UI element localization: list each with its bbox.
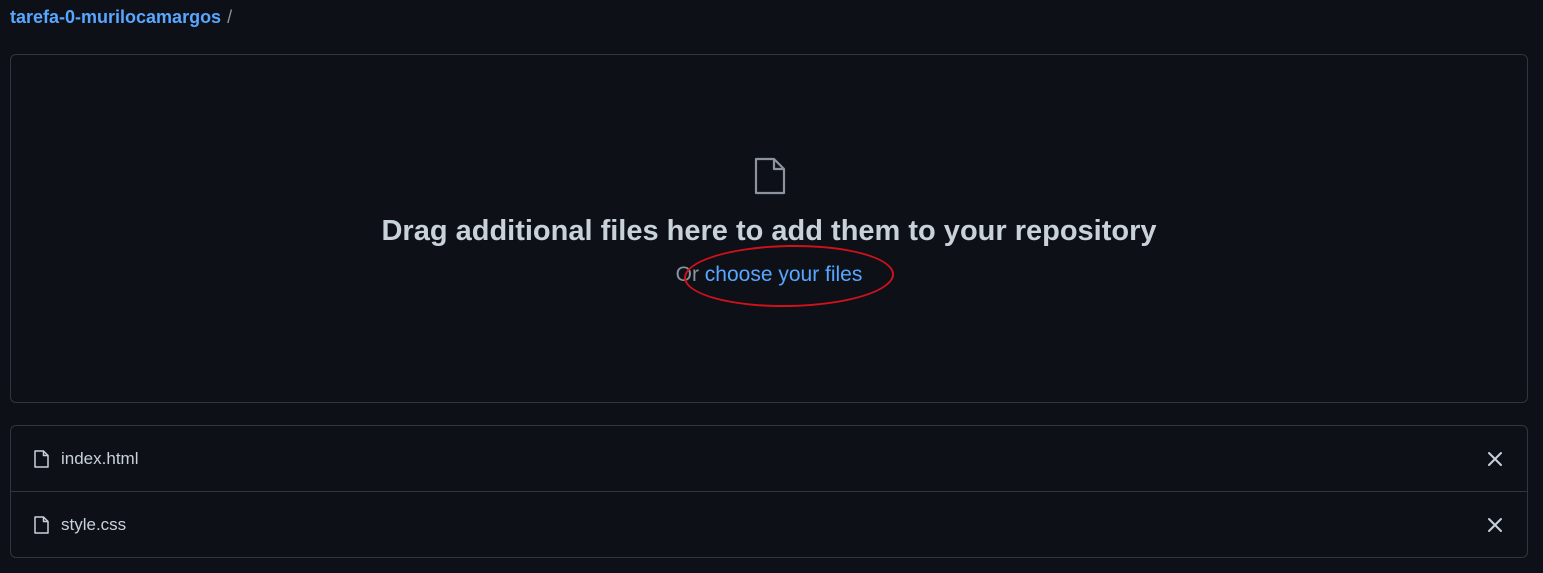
choose-files-link[interactable]: choose your files	[705, 263, 863, 286]
breadcrumb: tarefa-0-murilocamargos /	[10, 6, 232, 28]
dropzone-prefix: Or	[675, 263, 705, 286]
file-name: index.html	[61, 449, 139, 468]
file-icon	[34, 516, 49, 534]
breadcrumb-repo-link[interactable]: tarefa-0-murilocamargos	[10, 7, 221, 27]
file-name: style.css	[61, 515, 127, 534]
close-icon[interactable]	[1485, 449, 1505, 469]
dropzone-title: Drag additional files here to add them t…	[381, 215, 1157, 247]
file-icon	[34, 450, 49, 468]
file-icon	[754, 157, 786, 195]
file-list: index.html style.css	[10, 425, 1528, 558]
file-dropzone[interactable]: Drag additional files here to add them t…	[10, 54, 1528, 403]
dropzone-subtitle: Or choose your files	[11, 262, 1527, 288]
list-item: index.html	[11, 426, 1527, 492]
list-item: style.css	[11, 492, 1527, 557]
breadcrumb-separator: /	[227, 7, 233, 27]
close-icon[interactable]	[1485, 515, 1505, 535]
